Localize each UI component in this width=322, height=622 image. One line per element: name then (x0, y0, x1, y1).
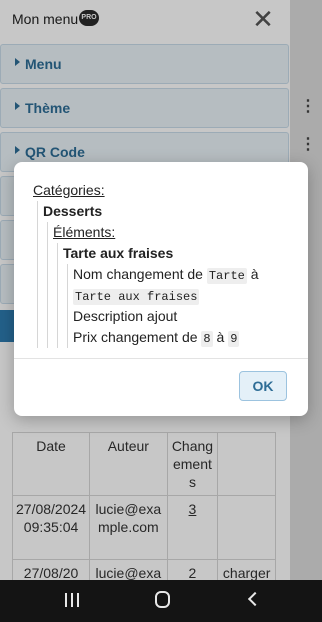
category-block: Desserts Éléments: Tarte aux fraises Nom… (37, 201, 308, 348)
home-icon[interactable] (155, 591, 170, 608)
change-connector: à (216, 329, 225, 345)
dialog-divider (14, 358, 308, 359)
change-description: Description ajout (73, 308, 178, 324)
old-value: Tarte (206, 268, 247, 284)
change-name-continued: Tarte aux fraises (73, 285, 308, 306)
elements-block: Éléments: Tarte aux fraises Nom changeme… (47, 222, 308, 348)
dialog-body: Catégories: Desserts Éléments: Tarte aux… (14, 162, 308, 358)
change-name: Nom changement de Tarte à (73, 264, 308, 285)
element-name: Tarte aux fraises (63, 245, 174, 261)
old-value: 8 (201, 331, 213, 347)
category-name: Desserts (43, 203, 103, 219)
new-value: Tarte aux fraises (73, 289, 200, 305)
system-nav-bar (0, 580, 322, 622)
changes-list: Nom changement de Tarte à Tarte aux frai… (67, 264, 308, 348)
change-prefix: Prix changement de (73, 329, 198, 345)
change-prefix: Nom changement de (73, 266, 203, 282)
change-price: Prix changement de 8 à 9 (73, 327, 308, 348)
recent-apps-icon[interactable] (64, 591, 80, 609)
changes-dialog: Catégories: Desserts Éléments: Tarte aux… (14, 162, 308, 416)
ok-button[interactable]: OK (239, 371, 287, 401)
categories-label: Catégories: (33, 182, 105, 198)
elements-label: Éléments: (53, 224, 116, 240)
element-block: Tarte aux fraises Nom changement de Tart… (57, 243, 308, 348)
new-value: 9 (228, 331, 240, 347)
change-connector: à (250, 266, 259, 282)
back-icon[interactable] (247, 591, 263, 607)
